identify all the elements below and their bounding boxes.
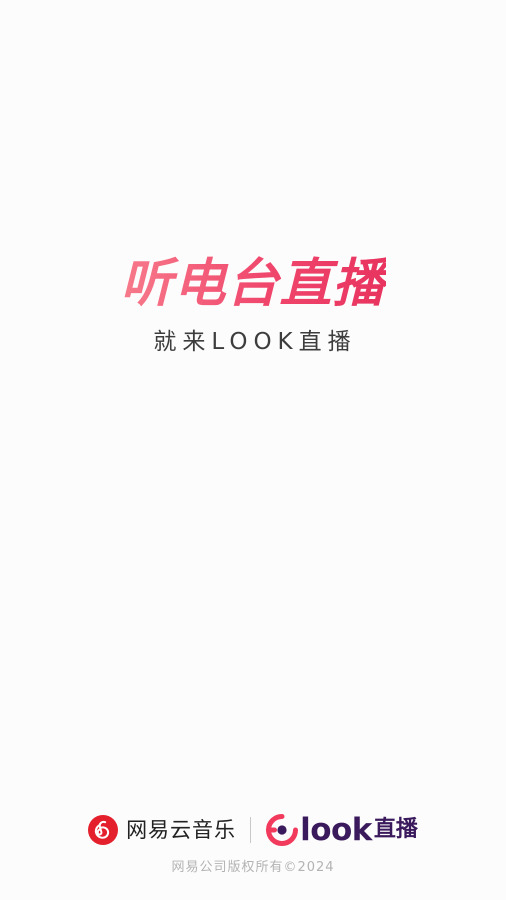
look-brand-zh: 直播 — [373, 817, 418, 842]
splash-headline: 听电台直播 — [0, 252, 506, 316]
copyright-text: 网易公司版权所有©2024 — [171, 860, 335, 875]
look-live-icon — [266, 814, 299, 846]
splash-subline: 就来LOOK直播 — [153, 329, 357, 355]
brand-divider — [250, 817, 252, 843]
netease-brand: 网易云音乐 — [88, 815, 236, 845]
splash-screen: 听电台直播 就来LOOK直播 网易云音乐 look 直播 网易公司版权所有©20… — [0, 0, 506, 900]
look-brand-word: look — [300, 812, 372, 848]
look-brand: look 直播 — [265, 813, 418, 847]
netease-cloud-music-icon — [88, 815, 119, 845]
footer-brand-bar: 网易云音乐 look 直播 — [0, 810, 506, 850]
netease-brand-name: 网易云音乐 — [126, 818, 237, 842]
headline-text: 听电台直播 — [120, 254, 386, 314]
